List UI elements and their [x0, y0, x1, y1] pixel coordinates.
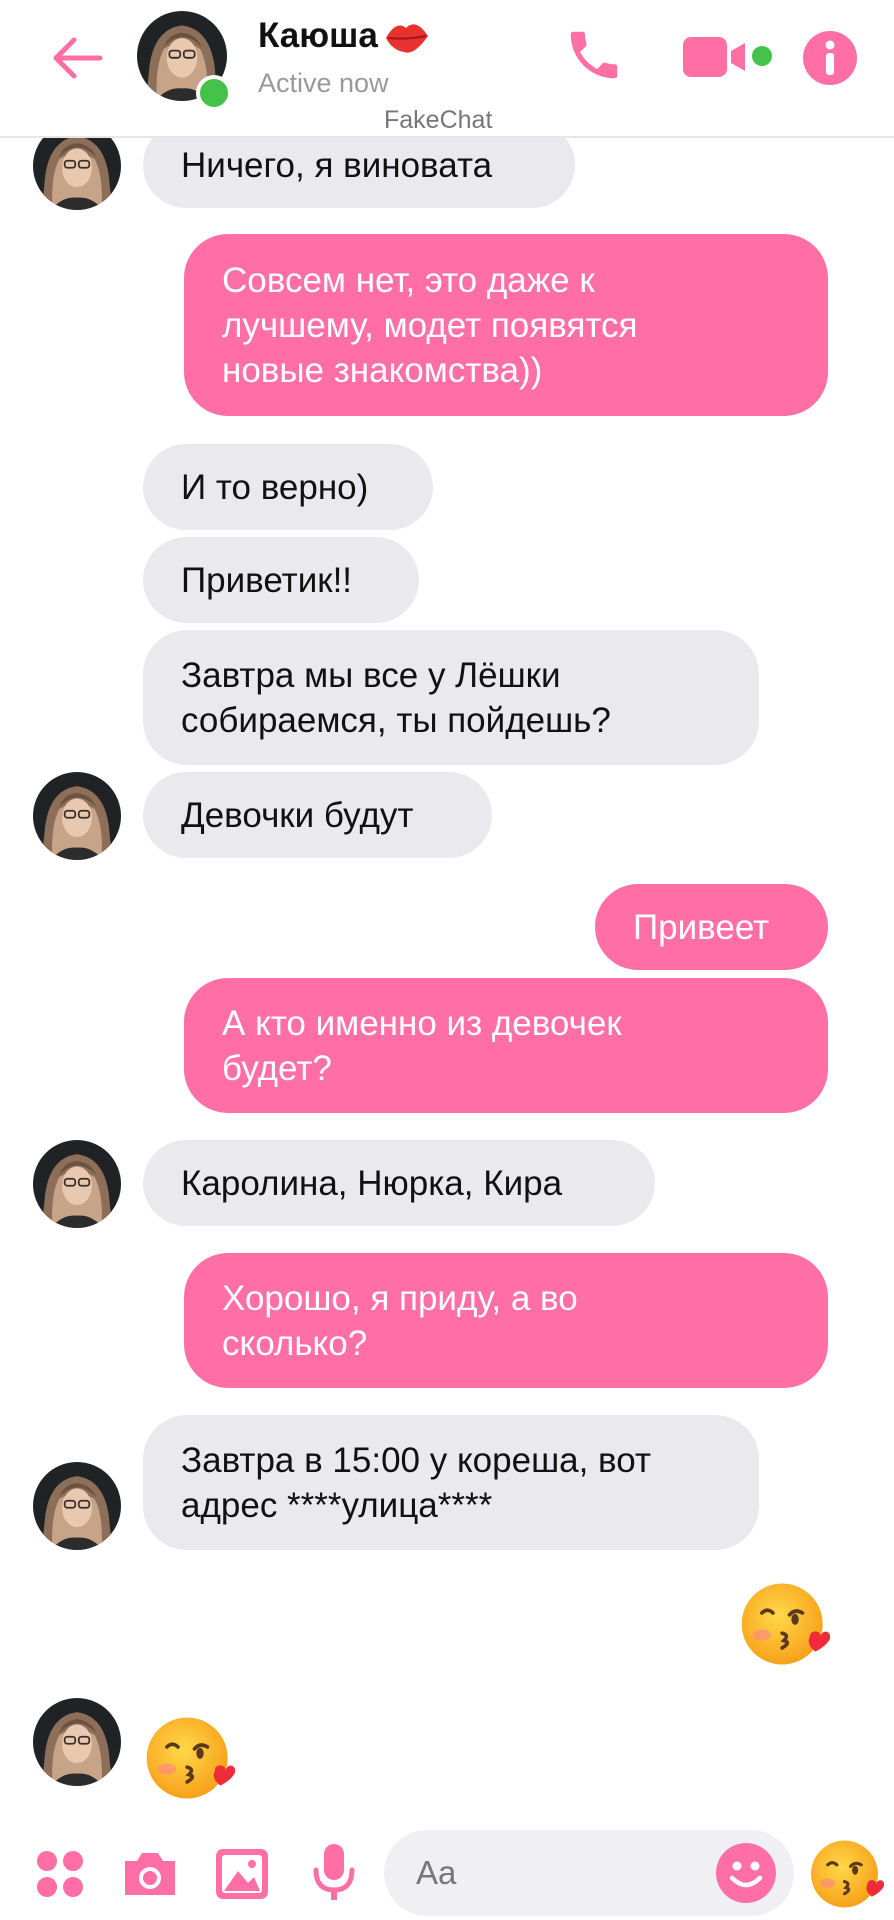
presence-status: Active now	[258, 68, 389, 98]
app-watermark: FakeChat	[384, 106, 493, 134]
video-camera-icon	[683, 37, 745, 77]
message-incoming[interactable]: Девочки будут	[143, 772, 492, 858]
info-icon	[803, 31, 857, 85]
apps-grid-icon	[37, 1851, 83, 1897]
apps-button[interactable]	[32, 1846, 88, 1902]
message-line: новые знакомства))	[222, 350, 543, 390]
message-text: Каролина, Нюрка, Кира	[181, 1163, 563, 1203]
message-line: будет?	[222, 1048, 332, 1088]
message-incoming[interactable]: Завтра мы все у Лёшки собираемся, ты пой…	[143, 630, 759, 765]
message-text: Хорошо, я приду, а во сколько?	[222, 1276, 578, 1366]
gallery-icon	[216, 1849, 268, 1899]
kissing-emoji-icon[interactable]	[738, 1578, 830, 1670]
message-line: адрес ****улица****	[181, 1485, 493, 1525]
contact-avatar-small	[33, 1462, 121, 1550]
message-line: А кто именно из девочек	[222, 1003, 622, 1043]
camera-button[interactable]	[120, 1846, 180, 1902]
contact-avatar-small	[33, 1140, 121, 1228]
message-incoming[interactable]: Каролина, Нюрка, Кира	[143, 1140, 655, 1226]
kissing-emoji-icon[interactable]	[143, 1712, 235, 1804]
info-button[interactable]	[800, 28, 860, 88]
sticker-button[interactable]	[714, 1841, 778, 1905]
message-text: Приветик!!	[181, 560, 353, 600]
message-line: сколько?	[222, 1323, 368, 1363]
message-line: собираемся, ты пойдешь?	[181, 700, 611, 740]
message-text: Завтра в 15:00 у кореша, вот адрес ****у…	[181, 1438, 651, 1528]
message-outgoing[interactable]: Хорошо, я приду, а во сколько?	[184, 1253, 828, 1388]
contact-avatar-small	[33, 1698, 121, 1786]
phone-icon	[570, 31, 618, 79]
message-text: Девочки будут	[181, 795, 414, 835]
message-incoming[interactable]: Завтра в 15:00 у кореша, вот адрес ****у…	[143, 1415, 759, 1550]
voice-call-button[interactable]	[556, 20, 632, 90]
contact-avatar-small	[33, 772, 121, 860]
message-outgoing[interactable]: А кто именно из девочек будет?	[184, 978, 828, 1113]
message-line: лучшему, модет появятся	[222, 305, 638, 345]
smiley-icon	[716, 1843, 776, 1903]
message-text: И то верно)	[181, 467, 369, 507]
message-incoming[interactable]: И то верно)	[143, 444, 433, 530]
message-outgoing[interactable]: Привеет	[595, 884, 828, 970]
message-input-box[interactable]	[384, 1830, 794, 1916]
video-call-button[interactable]	[676, 28, 756, 86]
back-arrow-icon	[53, 37, 103, 79]
contact-name[interactable]: Каюша	[258, 16, 430, 56]
voice-message-button[interactable]	[306, 1840, 362, 1906]
message-input[interactable]	[414, 1853, 678, 1893]
contact-name-text: Каюша	[258, 16, 378, 55]
message-text: А кто именно из девочек будет?	[222, 1001, 622, 1091]
message-incoming[interactable]: Приветик!!	[143, 537, 419, 623]
message-line: Совсем нет, это даже к	[222, 260, 595, 300]
chat-header: Каюша Active now FakeChat	[0, 0, 894, 138]
message-outgoing[interactable]: Совсем нет, это даже к лучшему, модет по…	[184, 234, 828, 416]
message-text: Совсем нет, это даже к лучшему, модет по…	[222, 258, 637, 393]
lips-icon	[384, 16, 430, 56]
microphone-icon	[313, 1844, 355, 1900]
back-button[interactable]	[40, 22, 112, 94]
video-active-dot	[752, 46, 772, 66]
camera-icon	[125, 1853, 175, 1895]
chat-screen: Каюша Active now FakeChat Ничего, я вино…	[0, 0, 894, 1920]
online-indicator	[196, 75, 232, 111]
message-text: Привеет	[633, 907, 770, 947]
quick-reaction-emoji-button[interactable]	[808, 1836, 884, 1912]
message-text: Завтра мы все у Лёшки собираемся, ты пой…	[181, 653, 611, 743]
message-text: Ничего, я виновата	[181, 145, 493, 185]
message-line: Завтра мы все у Лёшки	[181, 655, 561, 695]
message-line: Завтра в 15:00 у кореша, вот	[181, 1440, 651, 1480]
gallery-button[interactable]	[212, 1844, 272, 1904]
message-line: Хорошо, я приду, а во	[222, 1278, 578, 1318]
